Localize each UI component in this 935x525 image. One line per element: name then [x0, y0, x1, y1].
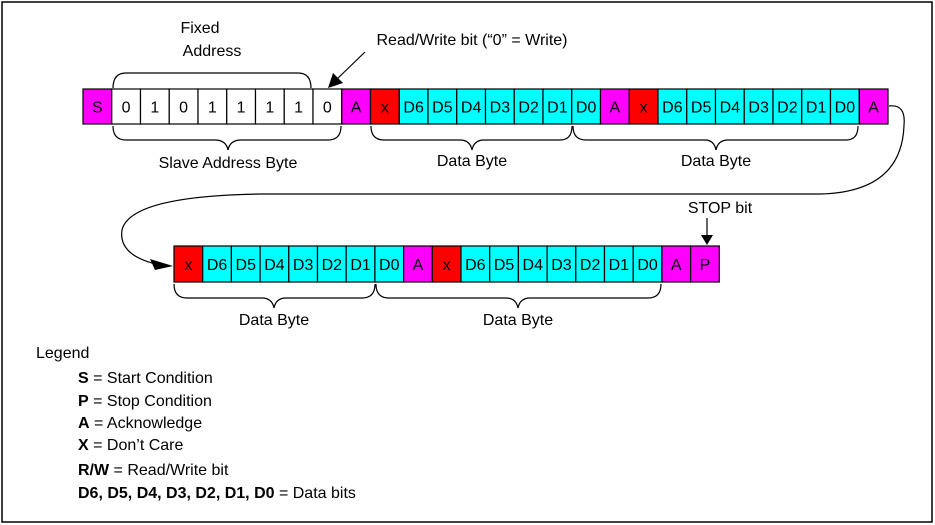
bit-label: D4 — [523, 257, 544, 274]
bit-label: D6 — [465, 257, 486, 274]
bit-label: A — [413, 257, 424, 274]
bit-label: 0 — [122, 100, 131, 117]
fixed-address-label-1: Fixed — [180, 20, 219, 37]
legend-item-dont-care: X = Don’t Care — [78, 437, 184, 454]
bit-label: D6 — [403, 100, 424, 117]
bit-label: 1 — [150, 100, 159, 117]
row-1-frame: S 0 1 0 1 1 1 1 0 Ax D6 D5 D4 D3 D2 D1 D0 Ax D6 D5 D4 D3 D2 D1 D… — [82, 88, 889, 125]
fixed-address-label-2: Address — [183, 43, 242, 60]
data-byte-brace-1 — [370, 125, 573, 151]
bit-label: 1 — [294, 100, 303, 117]
bit-label: D1 — [350, 257, 371, 274]
bit-label: D4 — [264, 257, 285, 274]
bit-label: D2 — [580, 257, 601, 274]
bit-label: D0 — [637, 257, 658, 274]
bit-label: D1 — [609, 257, 630, 274]
i2c-write-sequence-diagram: S 0 1 0 1 1 1 1 0 Ax D6 D5 D4 D3 D2 D1 D0 Ax D6 D5 D4 D3 D2 D1 D… — [0, 0, 935, 525]
data-byte-brace-4 — [375, 283, 662, 309]
bit-label: x — [640, 100, 648, 117]
bit-label: 1 — [265, 100, 274, 117]
bit-label: D3 — [293, 257, 314, 274]
legend-item-rw: R/W = Read/Write bit — [78, 462, 229, 479]
rw-bit-label: Read/Write bit (“0” = Write) — [376, 32, 567, 49]
legend-title: Legend — [36, 345, 90, 362]
legend-item-ack: A = Acknowledge — [78, 415, 203, 432]
continuation-arrow-head — [150, 259, 173, 270]
bit-label: 1 — [237, 100, 246, 117]
bit-label: D4 — [461, 100, 482, 117]
bit-label: D5 — [432, 100, 453, 117]
bit-label: A — [351, 100, 362, 117]
data-byte-label-3: Data Byte — [239, 312, 309, 329]
fixed-address-brace — [112, 72, 312, 89]
bit-label: D2 — [777, 100, 798, 117]
bit-label: D5 — [236, 257, 257, 274]
bit-label: D4 — [720, 100, 741, 117]
data-byte-brace-2 — [572, 125, 859, 151]
data-byte-brace-3 — [173, 283, 376, 309]
legend-item-stop: P = Stop Condition — [78, 393, 212, 410]
bit-label: D3 — [748, 100, 769, 117]
bit-label: x — [184, 257, 192, 274]
bit-label: S — [92, 100, 103, 117]
data-byte-label-2: Data Byte — [681, 153, 751, 170]
bit-label: D6 — [662, 100, 683, 117]
bit-label: D1 — [547, 100, 568, 117]
rw-arrow-line — [335, 51, 366, 81]
bit-label: x — [381, 100, 389, 117]
stop-bit-label: STOP bit — [688, 200, 753, 217]
data-byte-label-1: Data Byte — [437, 153, 507, 170]
bit-label: P — [700, 257, 711, 274]
slave-address-brace — [112, 125, 342, 151]
data-byte-label-4: Data Byte — [483, 312, 553, 329]
bit-label: D0 — [835, 100, 856, 117]
continuation-arrow-line — [121, 105, 905, 266]
bit-label: D0 — [576, 100, 597, 117]
bit-label: x — [443, 257, 451, 274]
stop-arrow-head — [701, 235, 713, 245]
bit-label: 0 — [179, 100, 188, 117]
legend-item-data-bits: D6, D5, D4, D3, D2, D1, D0 = Data bits — [78, 485, 356, 502]
bit-label: D2 — [322, 257, 343, 274]
bit-label: A — [610, 100, 621, 117]
bit-label: D1 — [806, 100, 827, 117]
bit-label: D0 — [379, 257, 400, 274]
bit-label: A — [671, 257, 682, 274]
bit-label: A — [868, 100, 879, 117]
bit-label: D6 — [207, 257, 228, 274]
bit-label: 0 — [323, 100, 332, 117]
row-2-frame: x D6 D5 D4 D3 D2 D1 D0 Ax D6 D5 D4 D3 D2 D1 D0 A P — [173, 245, 720, 283]
bit-label: 1 — [208, 100, 217, 117]
bit-label: D3 — [490, 100, 511, 117]
bit-label: D2 — [518, 100, 539, 117]
bit-label: D3 — [551, 257, 572, 274]
slave-address-byte-label: Slave Address Byte — [159, 155, 298, 172]
bit-label: D5 — [494, 257, 515, 274]
legend-item-start: S = Start Condition — [78, 370, 213, 387]
bit-label: D5 — [691, 100, 712, 117]
